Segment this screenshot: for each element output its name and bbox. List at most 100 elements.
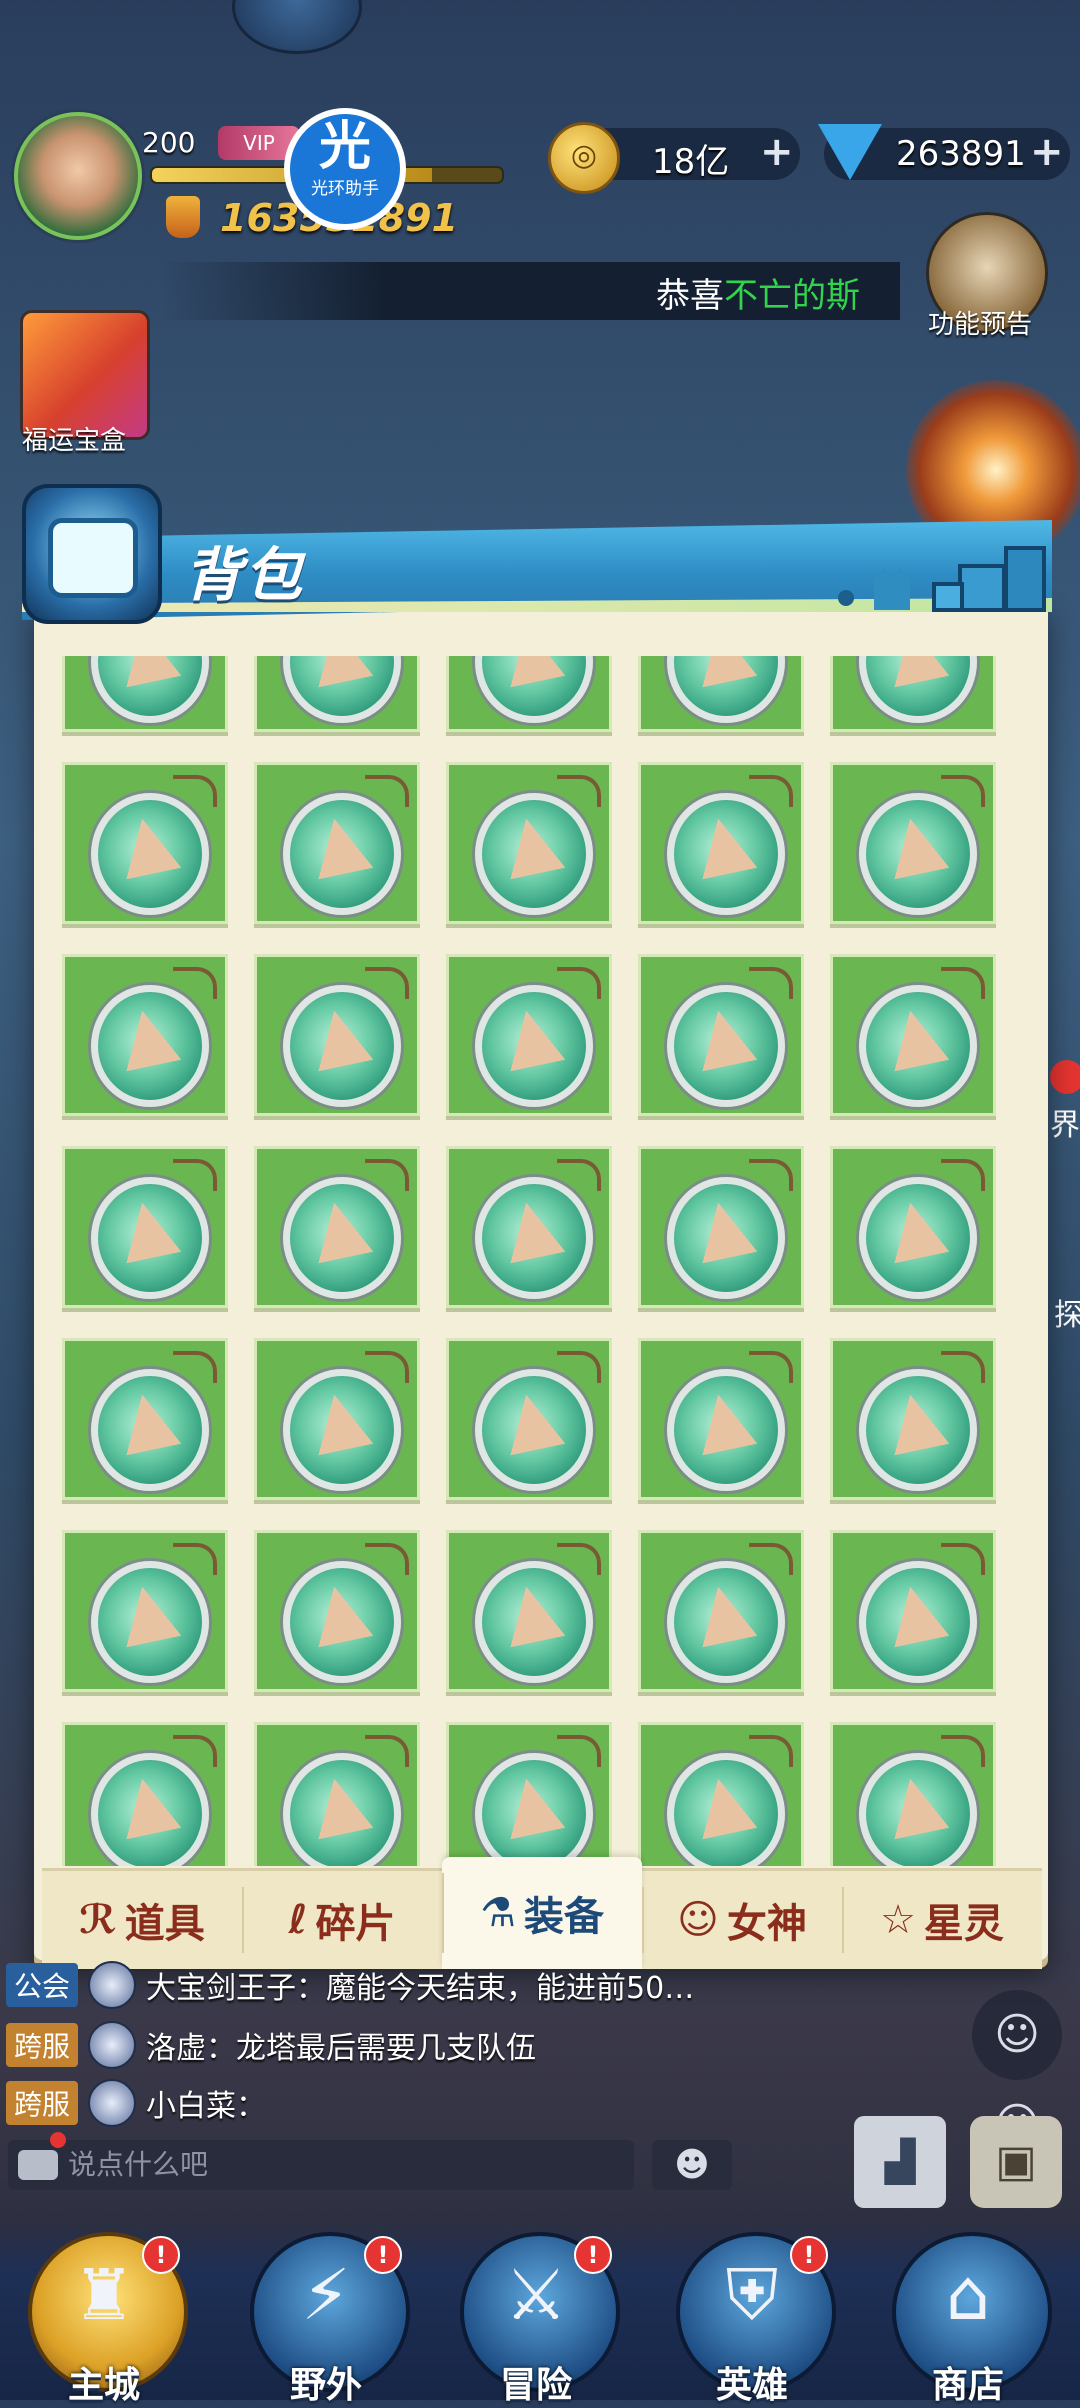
player-level: 200 bbox=[142, 126, 196, 159]
amulet-icon bbox=[283, 1369, 401, 1491]
side-button-hint-2[interactable]: 探 bbox=[1054, 1290, 1080, 1334]
chat-text: 小白菜： bbox=[146, 2089, 267, 2124]
chat-avatar bbox=[88, 2079, 137, 2127]
helper-label: 光环助手 bbox=[311, 179, 379, 199]
chat-message[interactable]: 公会 大宝剑王子：魔能今天结束，能进前50… bbox=[6, 1961, 695, 2009]
chat-message[interactable]: 跨服 小白菜： bbox=[6, 2079, 267, 2127]
news-player-name: 不亡的斯 bbox=[724, 276, 860, 316]
inventory-slot[interactable] bbox=[446, 1146, 612, 1308]
amulet-icon bbox=[475, 985, 593, 1107]
inventory-slot[interactable] bbox=[638, 1722, 804, 1866]
chat-avatar bbox=[88, 2021, 137, 2069]
tab-star-spirit[interactable]: ☆ 星灵 bbox=[842, 1871, 1042, 1969]
inventory-slot[interactable] bbox=[830, 1722, 996, 1866]
amulet-icon bbox=[475, 1753, 593, 1866]
nav-alert-icon: ! bbox=[790, 2236, 828, 2274]
inventory-slot[interactable] bbox=[830, 1530, 996, 1692]
amulet-icon bbox=[283, 1753, 401, 1866]
amulet-icon bbox=[91, 793, 209, 915]
tab-goddess[interactable]: ☺ 女神 bbox=[642, 1871, 842, 1969]
amulet-icon bbox=[283, 1561, 401, 1683]
amulet-icon bbox=[859, 1561, 977, 1683]
chat-channel-tag: 跨服 bbox=[6, 2081, 79, 2125]
inventory-slot[interactable] bbox=[62, 1530, 228, 1692]
amulet-icon bbox=[859, 1369, 977, 1491]
inventory-scroll-area[interactable] bbox=[62, 656, 1022, 1866]
inventory-slot[interactable] bbox=[446, 656, 612, 732]
inventory-slot[interactable] bbox=[830, 1146, 996, 1308]
inventory-slot[interactable] bbox=[638, 762, 804, 924]
inventory-slot[interactable] bbox=[446, 954, 612, 1116]
side-button-hint-1[interactable]: 界 bbox=[1050, 1100, 1080, 1144]
amulet-icon bbox=[91, 656, 209, 723]
chat-text: 洛虚：龙塔最后需要几支队伍 bbox=[146, 2031, 537, 2066]
ranking-podium-icon[interactable]: ▟ bbox=[854, 2116, 946, 2208]
chat-message[interactable]: 跨服 洛虚：龙塔最后需要几支队伍 bbox=[6, 2021, 537, 2069]
chat-alert-dot bbox=[50, 2132, 66, 2148]
chat-text: 大宝剑王子：魔能今天结束，能进前50… bbox=[146, 1971, 695, 2006]
chat-channel-tag: 跨服 bbox=[6, 2023, 79, 2067]
fragment-icon: ℓ bbox=[288, 1897, 308, 1943]
nav-alert-icon: ! bbox=[364, 2236, 402, 2274]
inventory-slot[interactable] bbox=[446, 1338, 612, 1500]
inventory-grid bbox=[62, 656, 996, 1866]
amulet-icon bbox=[667, 985, 785, 1107]
friends-icon[interactable]: ☺☺ bbox=[972, 1990, 1062, 2150]
inventory-slot[interactable] bbox=[62, 656, 228, 732]
inventory-slot[interactable] bbox=[254, 1530, 420, 1692]
player-avatar[interactable] bbox=[14, 112, 142, 240]
inventory-slot[interactable] bbox=[446, 1722, 612, 1866]
inventory-slot[interactable] bbox=[638, 954, 804, 1116]
inventory-slot[interactable] bbox=[830, 1338, 996, 1500]
backpack-button-icon[interactable]: ▣ bbox=[970, 2116, 1062, 2208]
helper-badge[interactable]: 光 光环助手 bbox=[284, 108, 406, 230]
inventory-slot[interactable] bbox=[446, 1530, 612, 1692]
nav-shop-button[interactable]: ⌂ 商店 bbox=[888, 2232, 1052, 2406]
inventory-slot[interactable] bbox=[62, 1338, 228, 1500]
amulet-icon bbox=[859, 985, 977, 1107]
chat-avatar bbox=[88, 1961, 137, 2009]
inventory-slot[interactable] bbox=[446, 762, 612, 924]
amulet-icon bbox=[283, 656, 401, 723]
tab-label: 道具 bbox=[124, 1901, 205, 1947]
inventory-slot[interactable] bbox=[254, 1146, 420, 1308]
inventory-slot[interactable] bbox=[830, 954, 996, 1116]
inventory-slot[interactable] bbox=[638, 1338, 804, 1500]
lucky-box-label: 福运宝盒 bbox=[22, 426, 127, 456]
nav-label: 野外 bbox=[289, 2365, 362, 2406]
inventory-slot[interactable] bbox=[638, 1530, 804, 1692]
inventory-slot[interactable] bbox=[62, 954, 228, 1116]
nav-label: 英雄 bbox=[715, 2365, 788, 2406]
chat-input[interactable]: 说点什么吧 bbox=[8, 2140, 634, 2190]
inventory-slot[interactable] bbox=[638, 1146, 804, 1308]
inventory-slot[interactable] bbox=[62, 1722, 228, 1866]
add-gold-button[interactable]: + bbox=[760, 132, 794, 172]
tab-equipment[interactable]: ⚗ 装备 bbox=[442, 1857, 642, 1969]
tab-fragments[interactable]: ℓ 碎片 bbox=[242, 1871, 442, 1969]
inventory-slot[interactable] bbox=[638, 656, 804, 732]
nav-alert-icon: ! bbox=[574, 2236, 612, 2274]
amulet-icon bbox=[667, 1753, 785, 1866]
inventory-slot[interactable] bbox=[254, 1722, 420, 1866]
emoji-button[interactable]: ☻ bbox=[652, 2140, 732, 2190]
top-character-bubble bbox=[232, 0, 362, 54]
inventory-slot[interactable] bbox=[62, 762, 228, 924]
amulet-icon bbox=[475, 656, 593, 723]
gold-amount: 18亿 bbox=[652, 142, 730, 182]
inventory-slot[interactable] bbox=[830, 656, 996, 732]
inventory-slot[interactable] bbox=[254, 954, 420, 1116]
nav-alert-icon: ! bbox=[142, 2236, 180, 2274]
tab-label: 星灵 bbox=[923, 1901, 1004, 1947]
amulet-icon bbox=[475, 1177, 593, 1299]
inventory-slot[interactable] bbox=[254, 762, 420, 924]
inventory-slot[interactable] bbox=[254, 1338, 420, 1500]
add-gem-button[interactable]: + bbox=[1030, 132, 1064, 172]
amulet-icon bbox=[667, 1177, 785, 1299]
inventory-slot[interactable] bbox=[62, 1146, 228, 1308]
amulet-icon bbox=[859, 1177, 977, 1299]
tab-props[interactable]: ℛ 道具 bbox=[42, 1871, 242, 1969]
inventory-slot[interactable] bbox=[830, 762, 996, 924]
inventory-slot[interactable] bbox=[254, 656, 420, 732]
feature-preview-label: 功能预告 bbox=[928, 310, 1033, 340]
amulet-icon bbox=[859, 793, 977, 915]
